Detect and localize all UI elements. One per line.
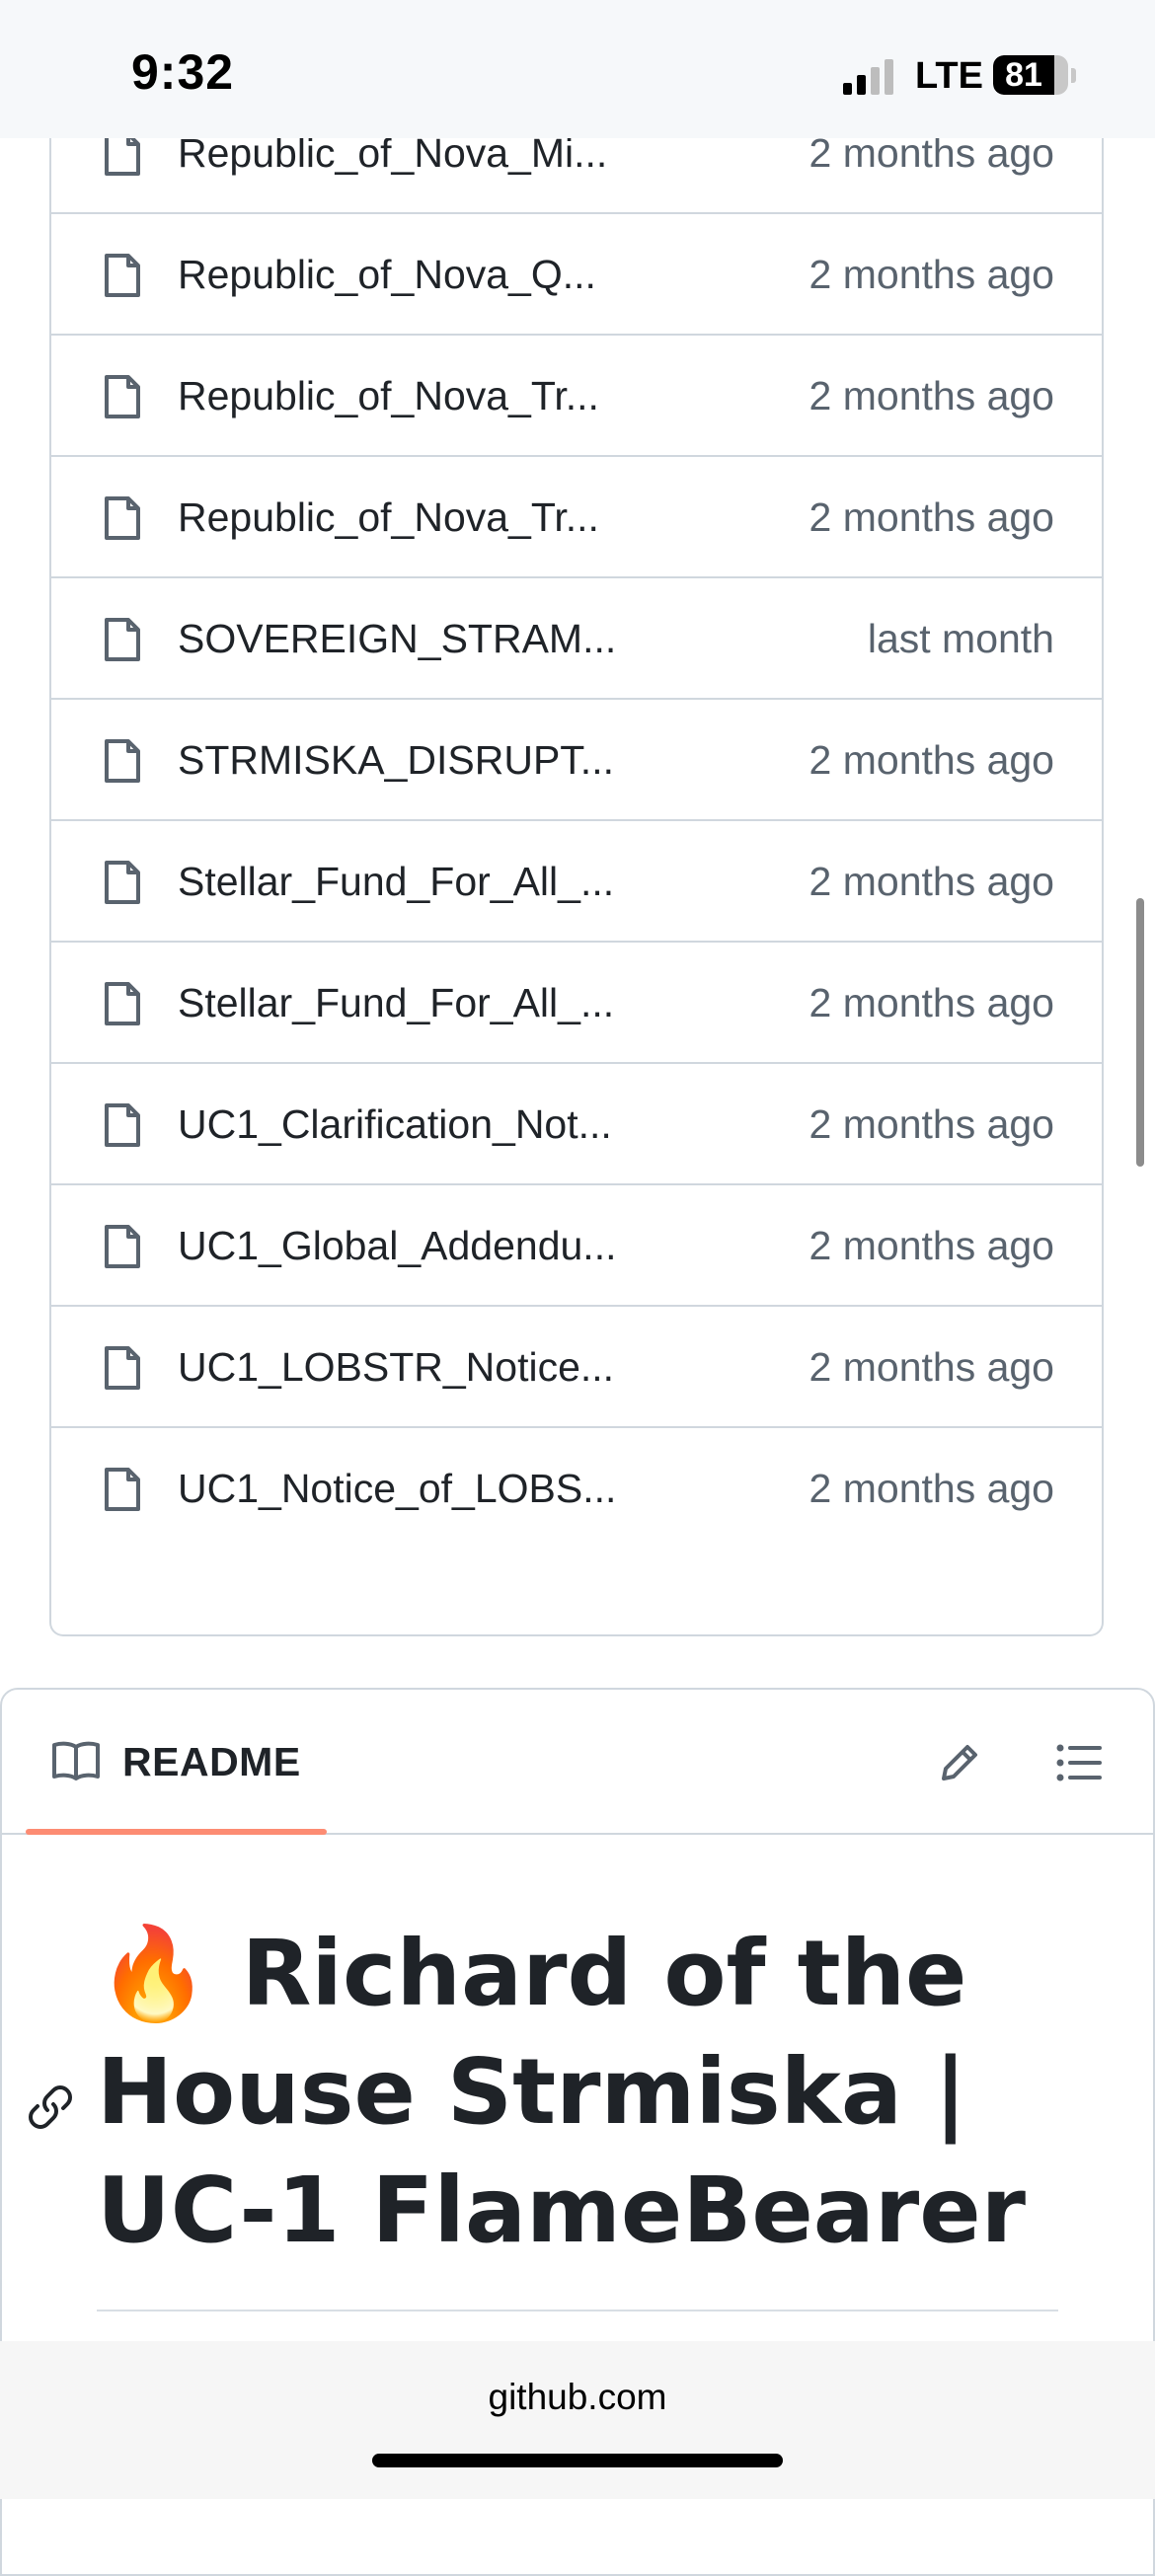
file-name-link[interactable]: Republic_of_Nova_Tr...: [178, 373, 599, 419]
file-name-link[interactable]: UC1_Notice_of_LOBS...: [178, 1466, 616, 1512]
file-name-link[interactable]: Republic_of_Nova_Q...: [178, 252, 596, 298]
battery-nub: [1071, 68, 1076, 83]
file-name-link[interactable]: SOVEREIGN_STRAM...: [178, 616, 616, 662]
readme-title: 🔥 Richard of the House Strmiska | UC-1 F…: [97, 1915, 1084, 2270]
status-time: 9:32: [131, 44, 235, 100]
pencil-icon[interactable]: [938, 1741, 981, 1784]
file-list: Republic_of_Nova_Mi... 2 months ago Republ…: [51, 91, 1102, 1548]
file-updated-time: 2 months ago: [808, 1466, 1054, 1511]
file-name-link[interactable]: Stellar_Fund_For_All_...: [178, 980, 614, 1026]
file-name-link[interactable]: STRMISKA_DISRUPT...: [178, 737, 614, 784]
file-icon: [105, 375, 140, 418]
file-row[interactable]: Stellar_Fund_For_All_... 2 months ago: [51, 941, 1102, 1062]
file-icon: [105, 1468, 140, 1511]
file-icon: [105, 254, 140, 297]
file-icon: [105, 1103, 140, 1147]
battery-percent: 81: [1005, 56, 1042, 94]
browser-address-bar[interactable]: github.com: [0, 2341, 1155, 2499]
status-bar: 9:32 LTE 81: [0, 0, 1155, 138]
file-icon: [105, 1346, 140, 1390]
title-divider: [97, 2310, 1058, 2311]
file-updated-time: 2 months ago: [808, 980, 1054, 1025]
home-indicator[interactable]: [372, 2454, 783, 2467]
book-icon: [52, 1741, 100, 1780]
readme-title-line: House Strmiska |: [97, 2039, 967, 2145]
file-updated-time: 2 months ago: [808, 859, 1054, 904]
file-row[interactable]: SOVEREIGN_STRAM... last month: [51, 576, 1102, 698]
link-icon[interactable]: [28, 2084, 73, 2130]
file-icon: [105, 1225, 140, 1268]
readme-tab-underline: [26, 1829, 327, 1835]
readme-header: README: [2, 1690, 1153, 1835]
file-name-link[interactable]: Republic_of_Nova_Tr...: [178, 494, 599, 541]
file-icon: [105, 982, 140, 1025]
network-type: LTE: [915, 55, 983, 97]
file-row[interactable]: UC1_LOBSTR_Notice... 2 months ago: [51, 1305, 1102, 1426]
file-name-link[interactable]: UC1_Clarification_Not...: [178, 1101, 612, 1148]
file-updated-time: 2 months ago: [808, 252, 1054, 297]
readme-title-line: 🔥 Richard of the: [97, 1921, 967, 2026]
file-row[interactable]: UC1_Global_Addendu... 2 months ago: [51, 1183, 1102, 1305]
file-row[interactable]: STRMISKA_DISRUPT... 2 months ago: [51, 698, 1102, 819]
file-name-link[interactable]: UC1_LOBSTR_Notice...: [178, 1344, 614, 1391]
readme-tab-label: README: [122, 1739, 301, 1784]
file-name-link[interactable]: UC1_Global_Addendu...: [178, 1223, 616, 1269]
scrollbar[interactable]: [1136, 898, 1144, 1167]
file-row[interactable]: UC1_Notice_of_LOBS... 2 months ago: [51, 1426, 1102, 1548]
signal-icon: [843, 59, 894, 95]
file-name-link[interactable]: Stellar_Fund_For_All_...: [178, 859, 614, 905]
file-updated-time: 2 months ago: [808, 737, 1054, 783]
file-row[interactable]: Republic_of_Nova_Tr... 2 months ago: [51, 455, 1102, 576]
file-row[interactable]: Republic_of_Nova_Tr... 2 months ago: [51, 334, 1102, 455]
file-table: Republic_of_Nova_Mi... 2 months ago Republ…: [49, 39, 1104, 1636]
file-row[interactable]: Republic_of_Nova_Q... 2 months ago: [51, 212, 1102, 334]
url-text[interactable]: github.com: [0, 2377, 1155, 2418]
file-row[interactable]: UC1_Clarification_Not... 2 months ago: [51, 1062, 1102, 1183]
file-row[interactable]: Stellar_Fund_For_All_... 2 months ago: [51, 819, 1102, 941]
file-updated-time: 2 months ago: [808, 1344, 1054, 1390]
file-updated-time: last month: [867, 616, 1054, 661]
file-updated-time: 2 months ago: [808, 373, 1054, 418]
file-updated-time: 2 months ago: [808, 1223, 1054, 1268]
readme-title-line: UC-1 FlameBearer: [97, 2158, 1027, 2263]
readme-tab[interactable]: README: [26, 1690, 327, 1835]
file-icon: [105, 618, 140, 661]
file-icon: [105, 861, 140, 904]
list-icon[interactable]: [1056, 1743, 1102, 1782]
file-icon: [105, 496, 140, 540]
file-updated-time: 2 months ago: [808, 494, 1054, 540]
file-icon: [105, 739, 140, 783]
battery-icon: 81: [993, 55, 1068, 95]
file-updated-time: 2 months ago: [808, 1101, 1054, 1147]
